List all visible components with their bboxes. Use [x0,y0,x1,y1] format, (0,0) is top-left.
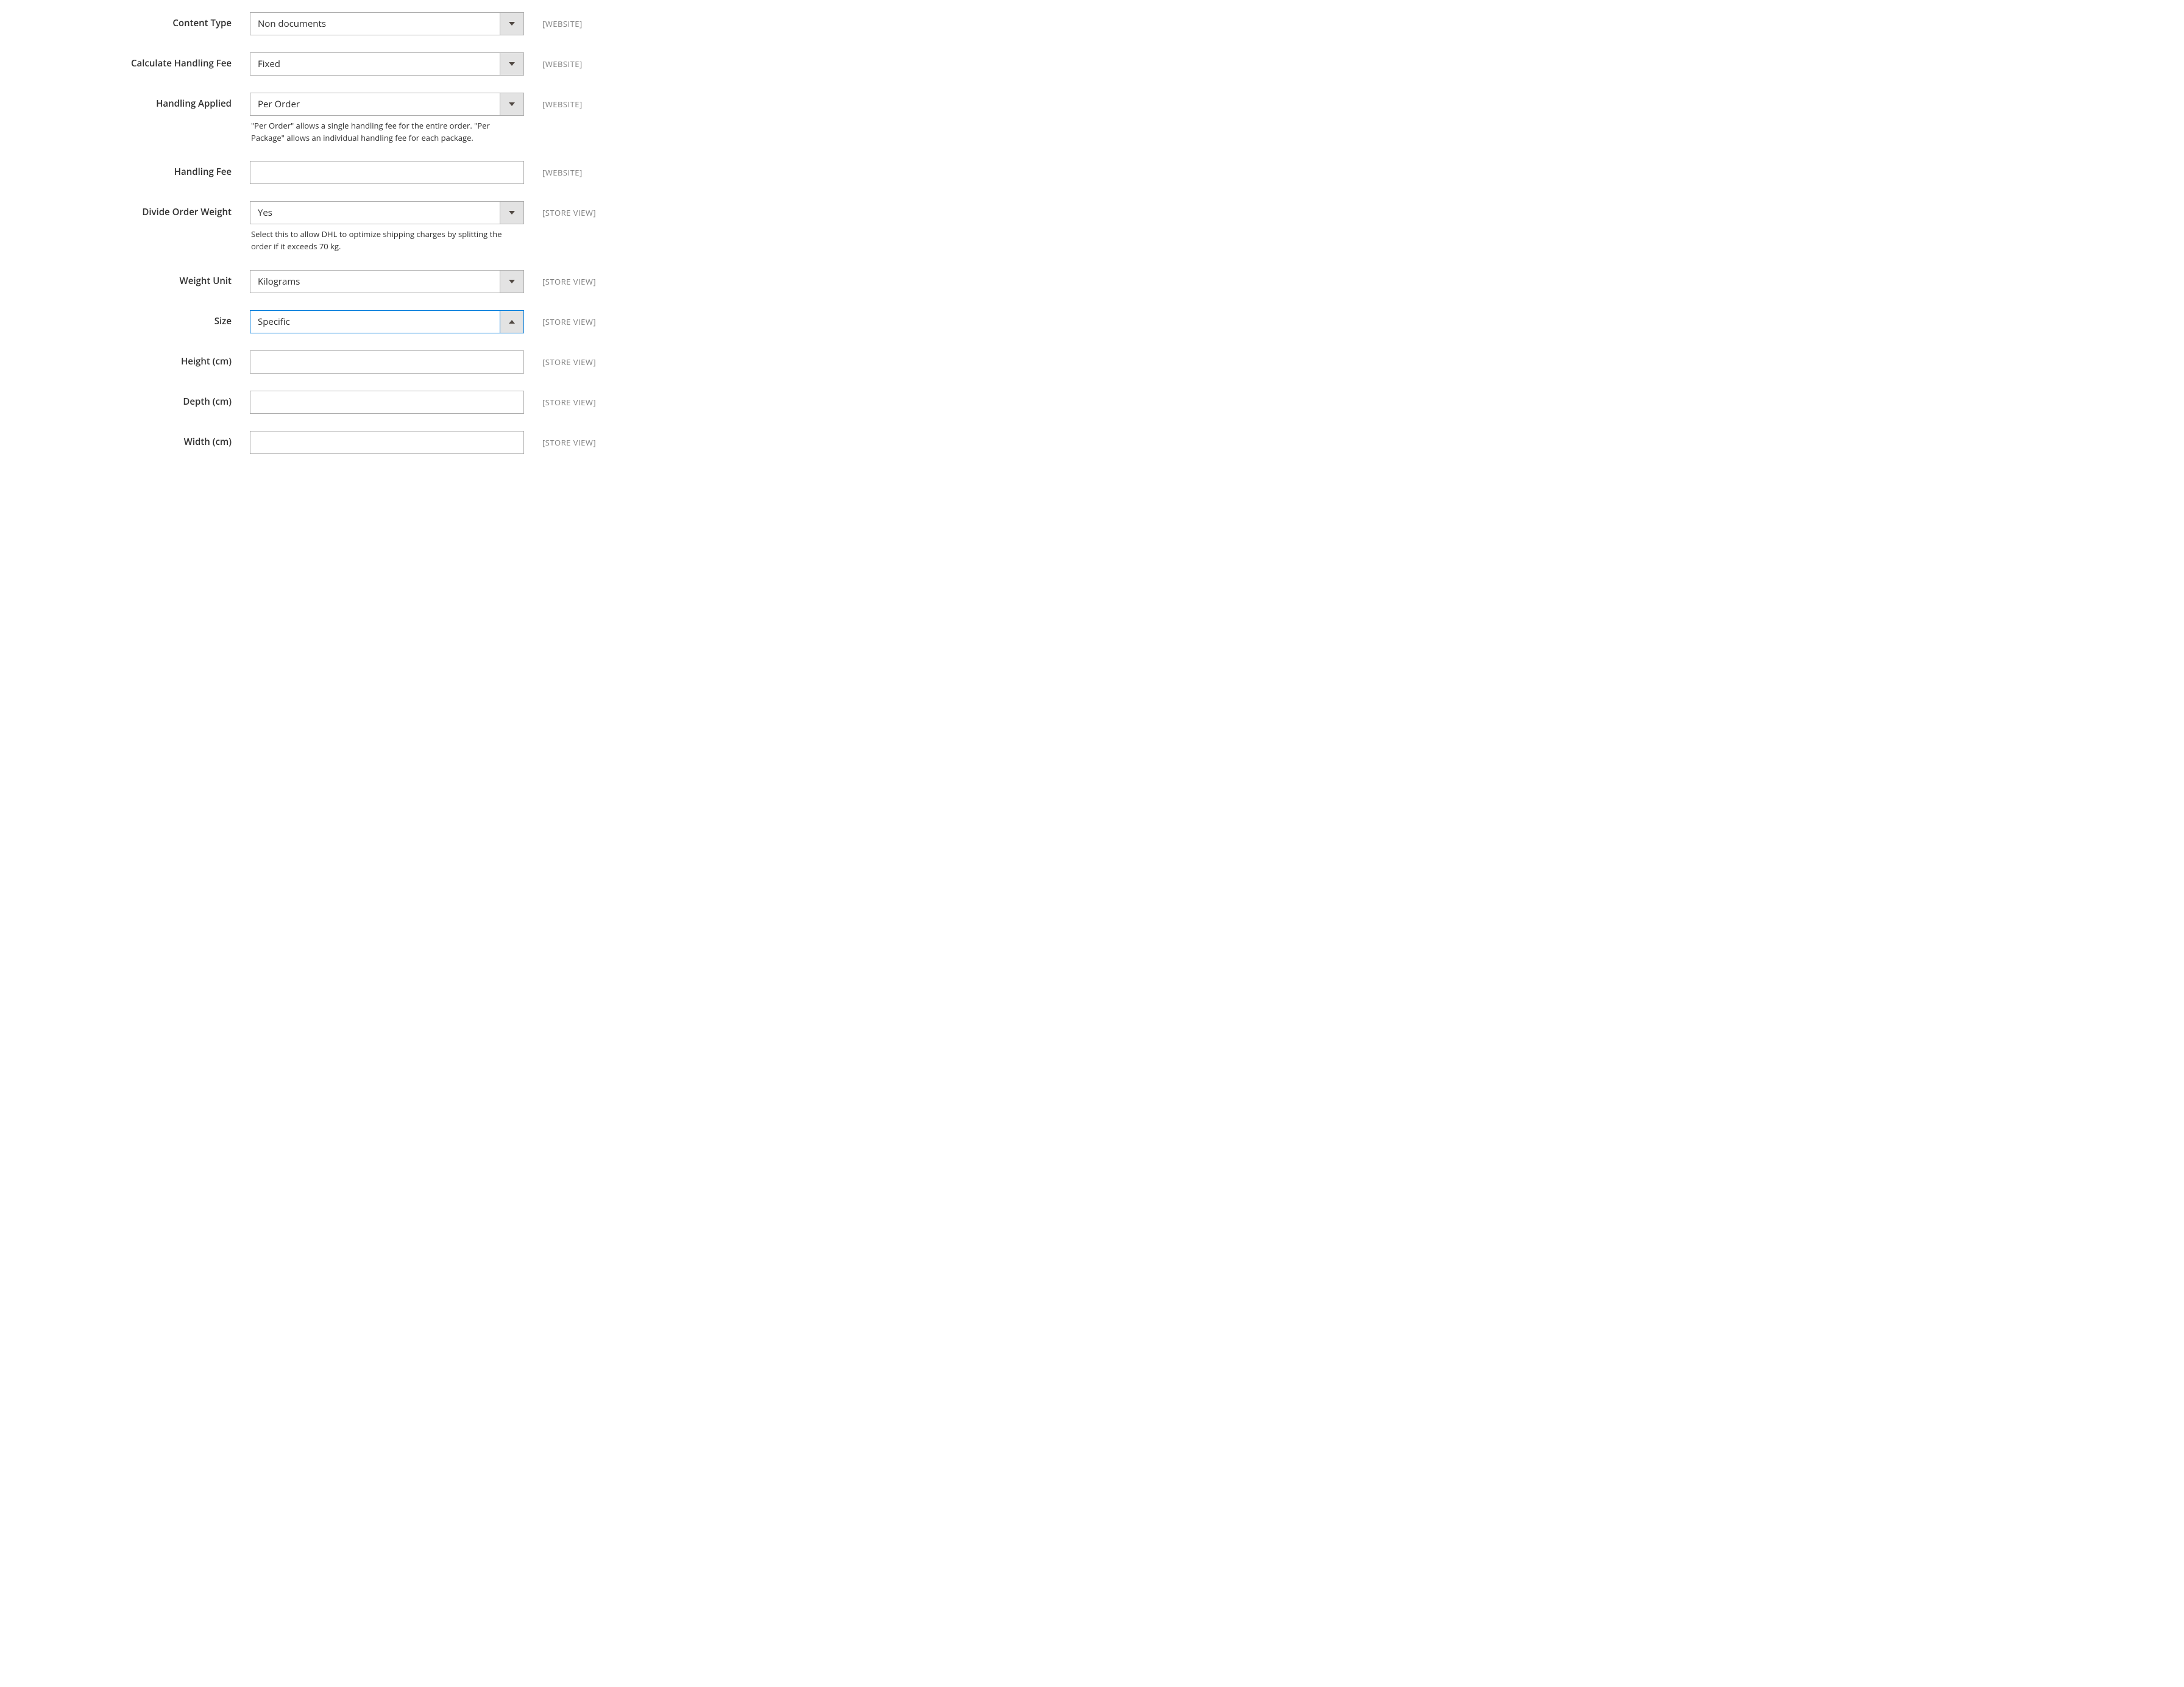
label-depth: Depth (cm) [18,391,250,408]
label-weight-unit: Weight Unit [18,270,250,287]
scope-width: [STORE VIEW] [524,431,596,448]
input-height[interactable] [250,350,524,374]
field-row-handling-fee: Handling Fee [WEBSITE] [18,161,750,184]
scope-divide-order-weight: [STORE VIEW] [524,201,596,218]
select-divide-order-weight[interactable]: Yes [250,201,524,224]
select-calc-handling-fee-value: Fixed [250,52,524,76]
label-divide-order-weight: Divide Order Weight [18,201,250,218]
select-size[interactable]: Specific [250,310,524,333]
select-content-type[interactable]: Non documents [250,12,524,35]
select-size-value: Specific [250,310,524,333]
field-row-divide-order-weight: Divide Order Weight Yes Select this to a… [18,201,750,252]
label-width: Width (cm) [18,431,250,448]
select-content-type-value: Non documents [250,12,524,35]
input-handling-fee[interactable] [250,161,524,184]
label-size: Size [18,310,250,327]
select-weight-unit-value: Kilograms [250,270,524,293]
scope-weight-unit: [STORE VIEW] [524,270,596,287]
label-calc-handling-fee: Calculate Handling Fee [18,52,250,69]
scope-handling-applied: [WEBSITE] [524,93,583,110]
note-divide-order-weight: Select this to allow DHL to optimize shi… [250,224,524,252]
field-row-width: Width (cm) [STORE VIEW] [18,431,750,454]
note-handling-applied: "Per Order" allows a single handling fee… [250,116,524,144]
dhl-settings-form: Content Type Non documents [WEBSITE] Cal… [18,12,750,454]
scope-handling-fee: [WEBSITE] [524,161,583,178]
select-handling-applied-value: Per Order [250,93,524,116]
scope-size: [STORE VIEW] [524,310,596,327]
input-depth[interactable] [250,391,524,414]
field-row-handling-applied: Handling Applied Per Order "Per Order" a… [18,93,750,144]
scope-height: [STORE VIEW] [524,350,596,368]
input-width[interactable] [250,431,524,454]
select-handling-applied[interactable]: Per Order [250,93,524,116]
label-content-type: Content Type [18,12,250,29]
scope-content-type: [WEBSITE] [524,12,583,29]
field-row-weight-unit: Weight Unit Kilograms [STORE VIEW] [18,270,750,293]
field-row-depth: Depth (cm) [STORE VIEW] [18,391,750,414]
field-row-size: Size Specific [STORE VIEW] [18,310,750,333]
field-row-height: Height (cm) [STORE VIEW] [18,350,750,374]
select-calc-handling-fee[interactable]: Fixed [250,52,524,76]
label-handling-applied: Handling Applied [18,93,250,110]
scope-depth: [STORE VIEW] [524,391,596,408]
label-height: Height (cm) [18,350,250,368]
field-row-content-type: Content Type Non documents [WEBSITE] [18,12,750,35]
scope-calc-handling-fee: [WEBSITE] [524,52,583,69]
label-handling-fee: Handling Fee [18,161,250,178]
select-divide-order-weight-value: Yes [250,201,524,224]
select-weight-unit[interactable]: Kilograms [250,270,524,293]
field-row-calc-handling-fee: Calculate Handling Fee Fixed [WEBSITE] [18,52,750,76]
